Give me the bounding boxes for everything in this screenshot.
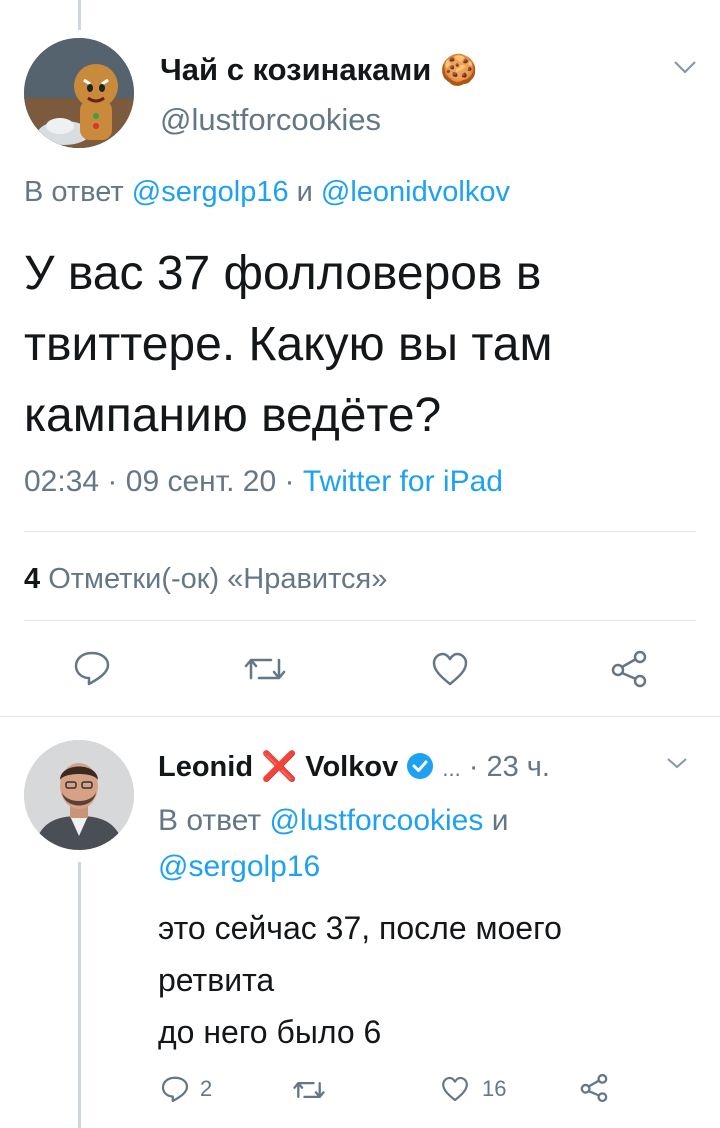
like-icon[interactable]	[430, 650, 470, 688]
verified-badge-icon	[406, 752, 434, 789]
retweet-icon[interactable]	[292, 1077, 326, 1103]
avatar-leonidvolkov[interactable]	[24, 740, 134, 850]
main-handle[interactable]: @lustforcookies	[160, 102, 381, 138]
retweet-icon[interactable]	[243, 652, 287, 686]
reply-icon	[160, 1074, 190, 1104]
reply-context: В ответ @lustforcookies и @sergolp16	[158, 798, 678, 890]
tweet-text-line: до него было 6	[158, 1014, 382, 1050]
thread-line-top	[78, 0, 81, 30]
meta-separator: ·	[284, 465, 295, 498]
tweet-text-line: твиттере. Какую вы там	[24, 318, 553, 371]
mention-sergolp16[interactable]: @sergolp16	[132, 176, 289, 208]
likes-label: Отметки(-ок) «Нравится»	[48, 563, 388, 595]
cookie-emoji: 🍪	[439, 54, 478, 87]
reply-author-line: Leonid ❌ Volkov ... · 23 ч.	[158, 749, 550, 789]
share-icon[interactable]	[608, 648, 650, 690]
tweet-time[interactable]: 02:34	[24, 465, 99, 498]
tweet-text-line: кампанию ведёте?	[24, 389, 442, 442]
reply-action-like[interactable]: 16	[440, 1075, 506, 1103]
mention-leonidvolkov[interactable]: @leonidvolkov	[321, 176, 510, 208]
mention-lustforcookies[interactable]: @lustforcookies	[269, 804, 483, 837]
main-tweet-text: У вас 37 фолловеров в твиттере. Какую вы…	[24, 238, 553, 451]
likes-summary[interactable]: 4 Отметки(-ок) «Нравится»	[24, 560, 387, 598]
like-icon	[440, 1075, 470, 1103]
meta-separator: ·	[107, 465, 118, 498]
mention-sergolp16[interactable]: @sergolp16	[158, 850, 320, 883]
main-reply-context: В ответ @sergolp16 и @leonidvolkov	[24, 174, 510, 210]
tweet-source[interactable]: Twitter for iPad	[303, 465, 503, 498]
like-count: 16	[482, 1076, 507, 1101]
tweet-text-line: это сейчас 37, после моего	[158, 910, 562, 946]
reply-time-ago[interactable]: 23 ч.	[486, 751, 549, 783]
chevron-down-icon[interactable]	[666, 756, 688, 770]
red-cross-emoji: ❌	[261, 751, 298, 783]
reply-prefix: В ответ	[24, 176, 124, 208]
chevron-down-icon[interactable]	[672, 58, 698, 76]
tweet-text-line: У вас 37 фолловеров в	[24, 247, 542, 300]
main-tweet-meta: 02:34 · 09 сент. 20 · Twitter for iPad	[24, 462, 503, 502]
reply-tweet-text: это сейчас 37, после моего ретвита до не…	[158, 902, 562, 1058]
reply-and: и	[491, 804, 509, 837]
section-divider	[0, 716, 720, 717]
thread-line-bottom	[78, 862, 81, 1128]
reply-count: 2	[200, 1076, 213, 1101]
reply-and: и	[296, 176, 313, 208]
avatar-lustforcookies[interactable]	[24, 38, 134, 148]
reply-icon[interactable]	[72, 648, 112, 688]
meta-separator: ·	[468, 751, 479, 783]
tweet-date[interactable]: 09 сент. 20	[126, 465, 276, 498]
reply-name-first[interactable]: Leonid	[158, 751, 253, 783]
likes-count: 4	[24, 563, 41, 595]
truncation-dots: ...	[442, 756, 461, 781]
reply-name-last[interactable]: Volkov	[305, 751, 398, 783]
reply-action-reply[interactable]: 2	[160, 1074, 212, 1104]
divider	[24, 620, 696, 621]
display-name-text: Чай с козинаками	[160, 52, 432, 87]
tweet-text-line: ретвита	[158, 962, 275, 998]
divider	[24, 531, 696, 532]
share-icon[interactable]	[578, 1072, 610, 1104]
main-display-name[interactable]: Чай с козинаками 🍪	[160, 52, 477, 89]
reply-prefix: В ответ	[158, 804, 262, 837]
